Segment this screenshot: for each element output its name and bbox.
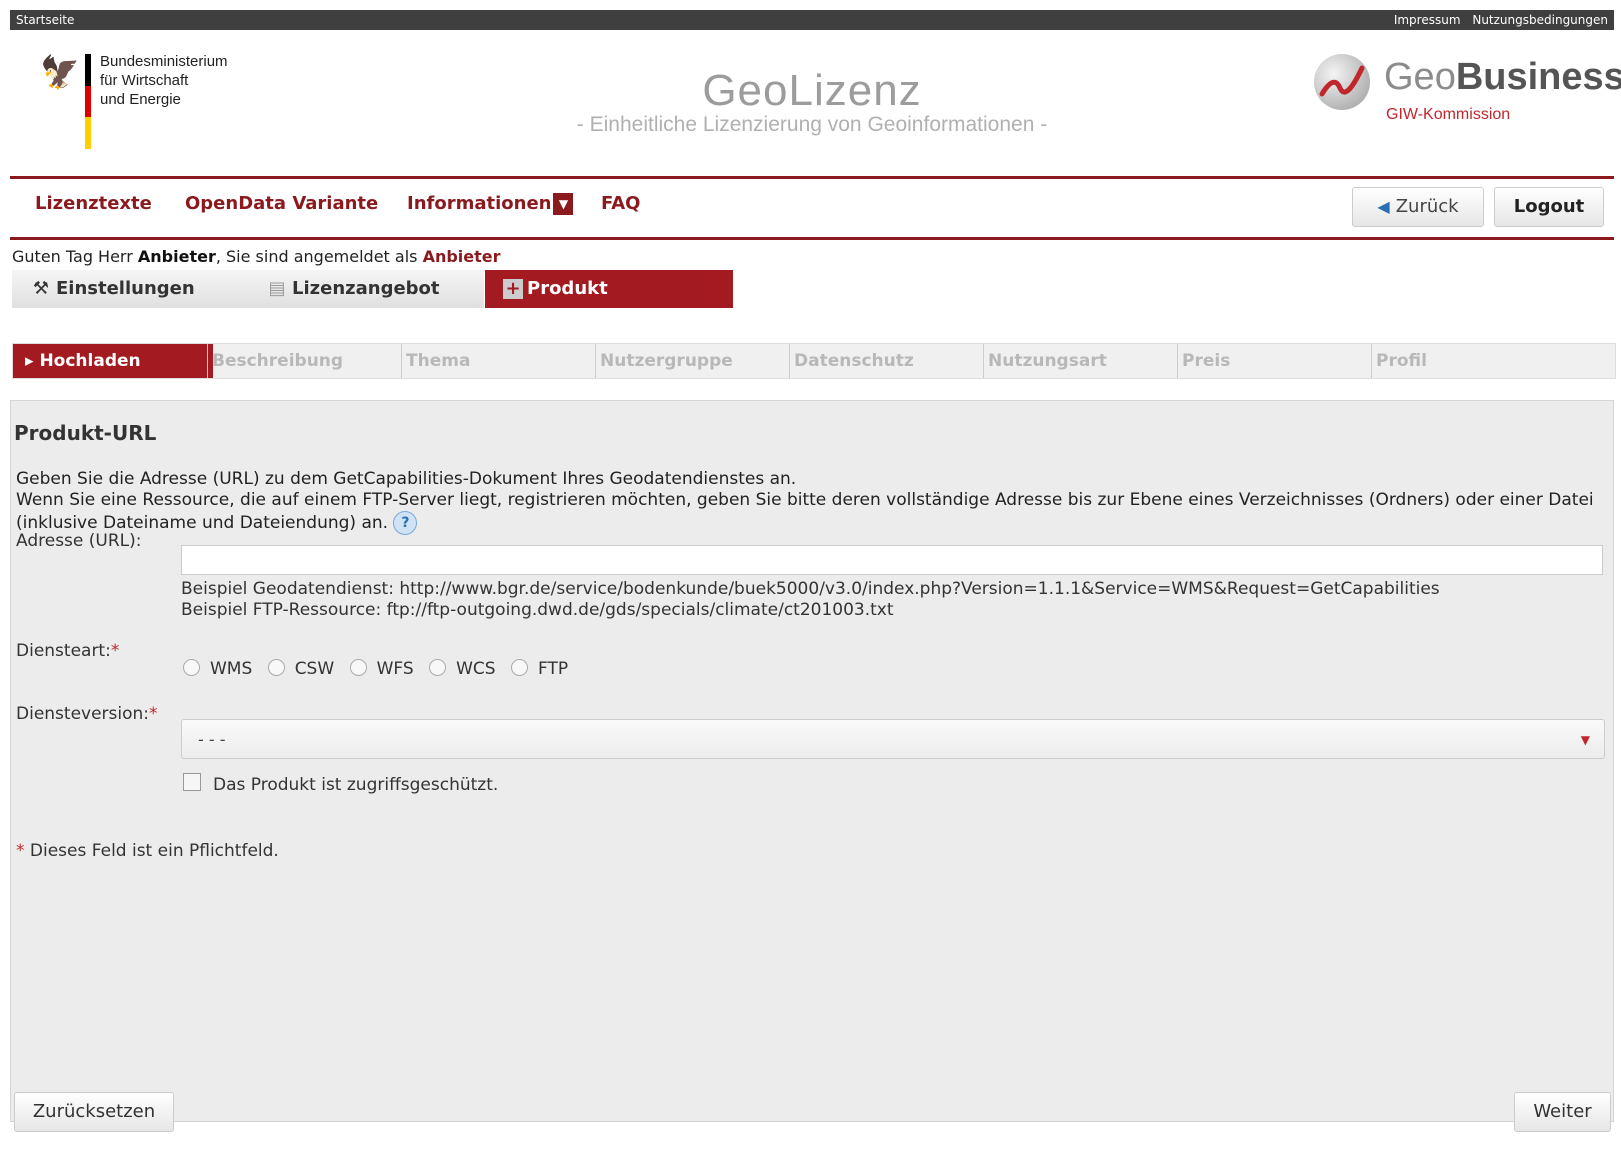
radio-csw[interactable]: CSW [267,659,335,679]
plus-icon: + [503,279,523,299]
radio-wfs-label: WFS [376,659,414,679]
arrow-left-icon: ◀ [1377,197,1390,216]
tab-einstellungen-label: Einstellungen [56,278,195,299]
back-button[interactable]: ◀ Zurück [1352,187,1484,227]
tools-icon: ⚒ [32,278,50,299]
site-header: 🦅 Bundesministerium für Wirtschaft und E… [10,30,1621,176]
protected-checkbox[interactable] [183,773,201,791]
service-type-label: Diensteart:* [16,641,119,661]
radio-wcs[interactable]: WCS [429,659,496,679]
caret-down-icon: ▼ [1580,733,1590,747]
radio-wfs[interactable]: WFS [349,659,414,679]
step-hochladen[interactable]: ▸ Hochladen [13,344,213,378]
intro-line-2: Wenn Sie eine Ressource, die auf einem F… [16,490,1594,533]
home-link[interactable]: Startseite [16,13,74,27]
required-star: * [110,641,120,661]
tab-einstellungen[interactable]: ⚒ Einstellungen [12,270,249,308]
form-panel: Produkt-URL Geben Sie die Adresse (URL) … [10,400,1614,1122]
mandatory-note: * Dieses Feld ist ein Pflichtfeld. [16,841,279,861]
reset-button[interactable]: Zurücksetzen [14,1092,174,1132]
tab-produkt-registrieren[interactable]: + Produkt registrieren [485,270,733,337]
radio-wcs-label: WCS [456,659,496,679]
step-preis[interactable]: Preis [1177,344,1377,378]
url-examples: Beispiel Geodatendienst: http://www.bgr.… [181,579,1440,621]
help-icon[interactable]: ? [393,511,418,535]
protected-checkbox-row[interactable]: Das Produkt ist zugriffsgeschützt. [183,773,498,795]
greeting-prefix: Guten Tag Herr [12,247,138,266]
tab-lizenzangebot-label: Lizenzangebot [292,278,440,299]
greeting-user-name: Anbieter [137,247,216,266]
logout-button[interactable]: Logout [1494,187,1604,227]
example-geodienst: Beispiel Geodatendienst: http://www.bgr.… [181,579,1440,599]
service-type-label-text: Diensteart: [16,641,111,661]
example-ftp: Beispiel FTP-Ressource: ftp://ftp-outgoi… [181,600,894,620]
version-select[interactable]: - - - ▼ [181,719,1605,759]
partner-subtitle: GIW-Kommission [1386,106,1511,123]
terms-link[interactable]: Nutzungsbedingungen [1472,13,1608,27]
required-star: * [149,704,158,724]
required-star: * [16,841,25,861]
main-navigation: Lizenztexte OpenData Variante Informatio… [10,176,1614,240]
nav-lizenztexte[interactable]: Lizenztexte [35,193,152,214]
mandatory-note-text: Dieses Feld ist ein Pflichtfeld. [29,841,279,861]
nav-faq[interactable]: FAQ [601,193,640,214]
radio-csw-label: CSW [294,659,335,679]
intro-line-1: Geben Sie die Adresse (URL) zu dem GetCa… [16,469,797,489]
url-label: Adresse (URL): [16,531,142,551]
geobusiness-logo: GeoBusiness GIW-Kommission [1314,50,1621,140]
radio-wms-label: WMS [210,659,253,679]
service-type-group: WMS CSW WFS WCS FTP [183,659,578,679]
form-intro: Geben Sie die Adresse (URL) zu dem GetCa… [16,469,1606,535]
step-profil[interactable]: Profil [1371,344,1615,378]
imprint-link[interactable]: Impressum [1394,13,1461,27]
version-select-value: - - - [198,730,226,749]
url-input[interactable] [181,545,1603,575]
form-heading: Produkt-URL [14,421,157,445]
nav-informationen-label: Informationen [407,193,552,214]
greeting-middle: , Sie sind angemeldet als [215,247,423,266]
step-nutzergruppe[interactable]: Nutzergruppe [595,344,795,378]
user-greeting: Guten Tag Herr Anbieter, Sie sind angeme… [12,247,501,266]
step-datenschutz[interactable]: Datenschutz [789,344,989,378]
partner-name-bold: Business [1455,56,1621,98]
step-beschreibung[interactable]: Beschreibung [207,344,407,378]
table-icon: ▤ [268,278,286,299]
next-button[interactable]: Weiter [1514,1092,1611,1132]
radio-ftp-label: FTP [537,659,569,679]
version-label: Diensteversion:* [16,704,158,724]
geobusiness-swoosh-icon [1314,54,1370,110]
radio-ftp[interactable]: FTP [510,659,569,679]
greeting-user-role: Anbieter [422,247,501,266]
nav-informationen[interactable]: Informationen ▼ [407,193,574,215]
wizard-steps: ▸ Hochladen Beschreibung Thema Nutzergru… [12,343,1616,379]
top-utility-bar: Startseite Impressum Nutzungsbedingungen [10,10,1614,30]
step-nutzungsart[interactable]: Nutzungsart [983,344,1183,378]
radio-wms[interactable]: WMS [183,659,252,679]
partner-name-prefix: Geo [1384,56,1456,98]
tab-lizenzangebot[interactable]: ▤ Lizenzangebot [248,270,484,308]
back-button-label: Zurück [1395,196,1459,217]
nav-opendata[interactable]: OpenData Variante [185,193,378,214]
step-thema[interactable]: Thema [401,344,601,378]
step-hochladen-label: Hochladen [39,351,141,371]
protected-checkbox-label: Das Produkt ist zugriffsgeschützt. [213,775,499,795]
chevron-down-icon[interactable]: ▼ [553,193,574,215]
version-label-text: Diensteversion: [16,704,150,724]
